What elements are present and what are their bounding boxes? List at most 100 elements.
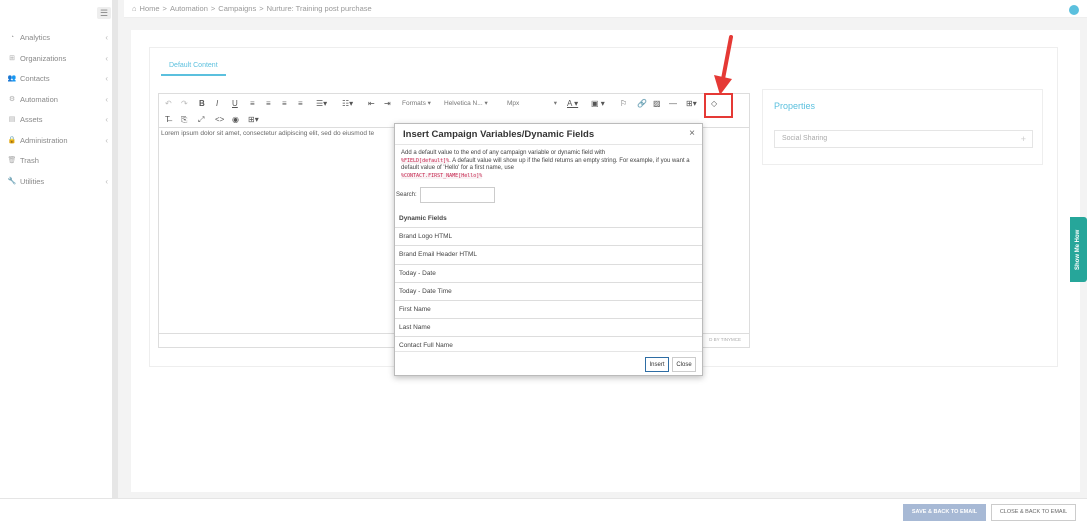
sidebar-item-assets[interactable]: ▤ Assets ‹ — [0, 111, 112, 127]
chevron-left-icon: ‹ — [105, 73, 108, 83]
sidebar-item-analytics[interactable]: ◔ Analytics ‹ — [0, 29, 112, 45]
insert-button[interactable]: Insert — [645, 357, 669, 372]
list-icon: ▤ — [8, 116, 16, 123]
clear-formatting-icon[interactable]: T̶ — [165, 114, 170, 126]
list-item[interactable]: Today - Date Time — [395, 283, 702, 301]
breadcrumb-item-campaigns[interactable]: Campaigns — [218, 4, 256, 13]
bold-icon[interactable]: B — [199, 98, 205, 110]
sidebar-item-utilities[interactable]: 🔧 Utilities ‹ — [0, 173, 112, 189]
menu-toggle-icon[interactable]: ☰ — [97, 7, 111, 19]
sidebar-item-label: Trash — [20, 155, 39, 165]
close-button[interactable]: Close — [672, 357, 696, 372]
editor-content[interactable]: Lorem ipsum dolor sit amet, consectetur … — [161, 130, 374, 137]
numbered-list-icon[interactable]: ☷▾ — [342, 98, 353, 110]
redo-icon[interactable]: ↷ — [181, 98, 188, 110]
cogs-icon: ⚙ — [8, 96, 16, 103]
breadcrumb-item-current: Nurture: Training post purchase — [266, 4, 372, 13]
text-color-icon[interactable]: A ▾ — [567, 98, 578, 110]
trash-icon: 🗑 — [7, 157, 17, 164]
preview-icon[interactable]: ◉ — [232, 114, 239, 126]
sidebar-item-organizations[interactable]: ⊞ Organizations ‹ — [0, 50, 112, 66]
code-example: %CONTACT.FIRST_NAME[Hello]% — [401, 172, 483, 179]
breadcrumb-item-automation[interactable]: Automation — [170, 4, 208, 13]
align-center-icon[interactable]: ≡ — [266, 98, 271, 110]
list-item[interactable]: First Name — [395, 301, 702, 320]
font-family-dropdown[interactable]: Helvetica N... ▾ — [444, 98, 488, 110]
settings-icon[interactable] — [1069, 5, 1079, 15]
list-item[interactable]: Brand Logo HTML — [395, 228, 702, 247]
image-icon[interactable]: ▨ — [653, 98, 661, 110]
bookmark-icon[interactable]: ⚐ — [620, 98, 627, 110]
modal-description: Add a default value to the end of any ca… — [401, 150, 697, 180]
social-sharing-label: Social Sharing — [782, 135, 828, 142]
plus-icon[interactable]: + — [1021, 131, 1026, 147]
home-icon: ⌂ — [132, 4, 137, 13]
chevron-left-icon: ‹ — [105, 53, 108, 63]
chevron-left-icon: ‹ — [105, 176, 108, 186]
wrench-icon: 🔧 — [7, 178, 17, 185]
properties-panel: Properties Social Sharing + — [762, 89, 1043, 165]
fullscreen-icon[interactable]: ⤢ — [198, 114, 204, 126]
paste-icon[interactable]: ⎘ — [181, 114, 187, 126]
close-icon[interactable]: × — [689, 128, 695, 139]
indent-icon[interactable]: ⇥ — [384, 98, 391, 110]
modal-footer: Insert Close — [395, 351, 702, 377]
sidebar-item-contacts[interactable]: 👥 Contacts ‹ — [0, 70, 112, 86]
sidebar-item-label: Administration — [20, 135, 68, 145]
sidebar-item-trash[interactable]: 🗑 Trash — [0, 152, 112, 168]
modal-header: Insert Campaign Variables/Dynamic Fields… — [395, 124, 702, 145]
list-item[interactable]: Today - Date — [395, 265, 702, 283]
show-me-how-button[interactable]: Show Me How — [1070, 217, 1087, 282]
code-example: %FIELD[default]% — [401, 157, 450, 164]
close-back-button[interactable]: CLOSE & BACK TO EMAIL — [991, 504, 1076, 521]
undo-icon[interactable]: ↶ — [165, 98, 172, 110]
align-right-icon[interactable]: ≡ — [282, 98, 287, 110]
lock-icon: 🔒 — [7, 137, 17, 144]
sidebar-item-label: Assets — [20, 114, 43, 124]
breadcrumb-separator: > — [210, 4, 216, 13]
users-icon: 👥 — [7, 75, 17, 82]
outdent-icon[interactable]: ⇤ — [368, 98, 375, 110]
underline-icon[interactable]: U — [232, 98, 238, 110]
search-input[interactable] — [420, 187, 495, 203]
background-color-icon[interactable]: ▣ ▾ — [591, 98, 605, 110]
bullet-list-icon[interactable]: ☰▾ — [316, 98, 327, 110]
search-label: Search: — [396, 192, 417, 198]
chevron-left-icon: ‹ — [105, 32, 108, 42]
powered-by-label: D BY TINYMCE — [709, 337, 741, 342]
list-header: Dynamic Fields — [395, 210, 702, 229]
sidebar-item-automation[interactable]: ⚙ Automation ‹ — [0, 91, 112, 107]
sidebar-item-label: Contacts — [20, 73, 50, 83]
italic-icon[interactable]: I — [216, 98, 218, 110]
source-code-icon[interactable]: <> — [215, 114, 224, 126]
sitemap-icon: ⊞ — [9, 55, 15, 62]
social-sharing-section[interactable]: Social Sharing + — [774, 130, 1033, 148]
sidebar-item-label: Utilities — [20, 176, 45, 186]
list-item[interactable]: Contact Full Name — [395, 337, 702, 351]
breadcrumb-item-home[interactable]: Home — [140, 4, 160, 13]
chevron-left-icon: ‹ — [105, 114, 108, 124]
breadcrumb-separator: > — [259, 4, 264, 13]
save-back-button[interactable]: SAVE & BACK TO EMAIL — [903, 504, 986, 521]
list-item[interactable]: Brand Email Header HTML — [395, 246, 702, 265]
insert-variables-modal: Insert Campaign Variables/Dynamic Fields… — [394, 123, 703, 376]
sidebar-item-administration[interactable]: 🔒 Administration ‹ — [0, 132, 112, 148]
sidebar-item-label: Analytics — [20, 32, 51, 42]
properties-title: Properties — [774, 101, 816, 111]
sidebar-item-label: Automation — [20, 94, 58, 104]
font-size-dropdown[interactable]: Mpx ▾ — [507, 98, 557, 110]
breadcrumb-separator: > — [162, 4, 167, 13]
horizontal-rule-icon[interactable]: — — [669, 98, 677, 110]
align-left-icon[interactable]: ≡ — [250, 98, 255, 110]
list-item[interactable]: Last Name — [395, 319, 702, 338]
modal-title: Insert Campaign Variables/Dynamic Fields — [403, 129, 595, 140]
dynamic-fields-list: Dynamic Fields Brand Logo HTML Brand Ema… — [395, 210, 702, 351]
table-icon[interactable]: ⊞▾ — [686, 98, 697, 110]
table-grid-icon[interactable]: ⊞▾ — [248, 114, 259, 126]
align-justify-icon[interactable]: ≡ — [298, 98, 303, 110]
formats-dropdown[interactable]: Formats ▾ — [402, 98, 431, 110]
sidebar-item-label: Organizations — [20, 53, 67, 63]
tab-default-content[interactable]: Default Content — [161, 58, 226, 76]
link-icon[interactable]: 🔗 — [637, 98, 647, 110]
sidebar: ☰ ◔ Analytics ‹ ⊞ Organizations ‹ 👥 Cont… — [0, 0, 118, 521]
